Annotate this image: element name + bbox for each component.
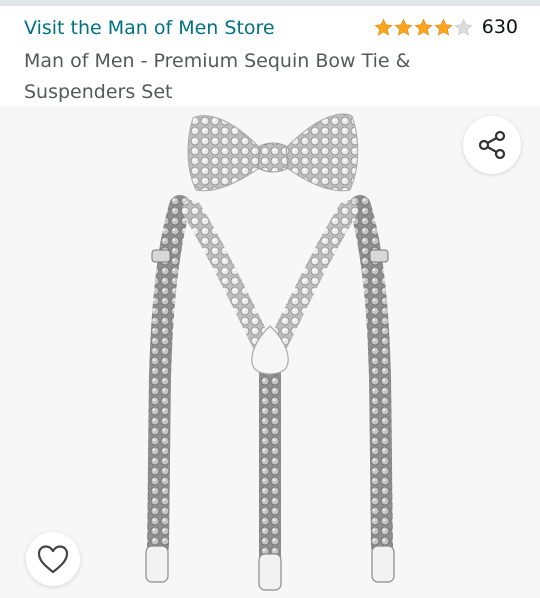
bow-tie	[187, 113, 359, 192]
strap-sliders	[151, 249, 389, 263]
product-title: Man of Men - Premium Sequin Bow Tie & Su…	[24, 50, 411, 103]
star-icon	[454, 18, 473, 36]
product-image-gallery[interactable]	[0, 106, 540, 598]
product-header: Visit the Man of Men Store 630 Man of Me…	[0, 6, 540, 106]
star-icon	[394, 18, 413, 36]
star-icon	[374, 18, 393, 36]
suspenders	[147, 195, 393, 567]
product-image	[145, 113, 395, 591]
star-icon	[434, 18, 453, 36]
wishlist-button[interactable]	[26, 532, 80, 586]
store-link[interactable]: Visit the Man of Men Store	[24, 17, 275, 39]
star-rating	[374, 18, 474, 37]
rating-summary[interactable]: 630	[374, 16, 518, 38]
share-button[interactable]	[463, 116, 521, 174]
heart-icon	[37, 545, 69, 574]
share-icon	[478, 130, 506, 160]
star-icon	[414, 18, 433, 36]
rating-count[interactable]: 630	[482, 16, 518, 38]
